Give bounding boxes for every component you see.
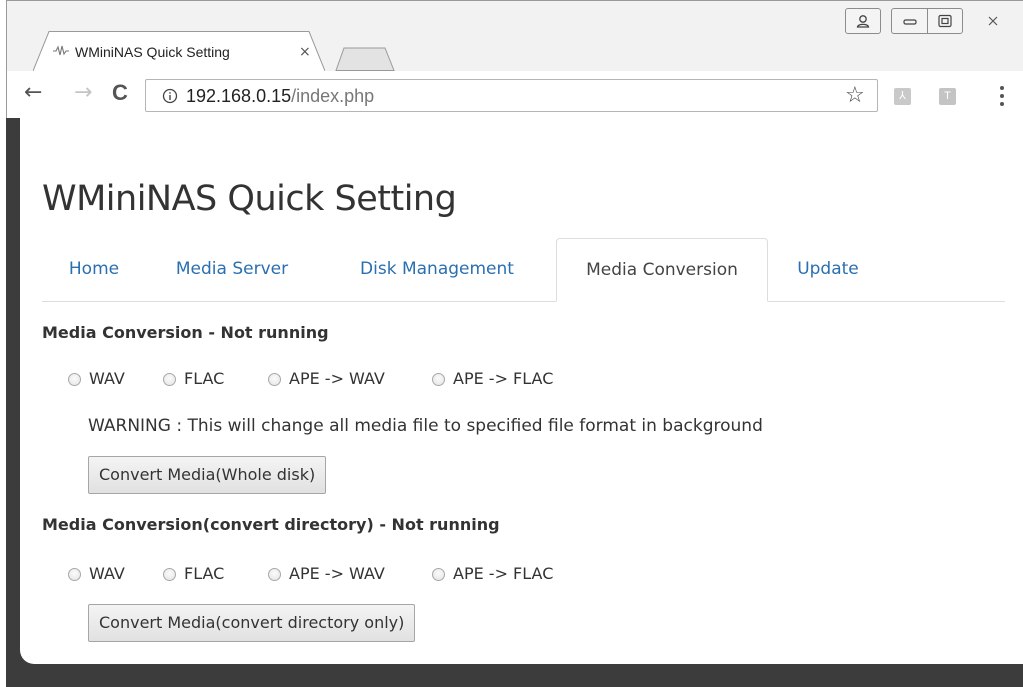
convert-whole-disk-button[interactable]: Convert Media(Whole disk) bbox=[88, 456, 327, 494]
close-window-button[interactable] bbox=[971, 8, 1015, 34]
convert-directory-button[interactable]: Convert Media(convert directory only) bbox=[88, 604, 416, 642]
nav-tabs: Home Media Server Disk Management Media … bbox=[42, 238, 1005, 302]
page-viewport: WMiniNAS Quick Setting Home Media Server… bbox=[6, 118, 1023, 687]
info-icon[interactable] bbox=[162, 88, 178, 104]
tab-title: WMiniNAS Quick Setting bbox=[75, 44, 230, 60]
tab-media-conversion[interactable]: Media Conversion bbox=[556, 238, 768, 302]
url-path: /index.php bbox=[291, 86, 375, 106]
bookmark-star-icon[interactable]: ☆ bbox=[845, 84, 865, 108]
waveform-icon bbox=[53, 45, 69, 56]
forward-button[interactable]: → bbox=[74, 81, 92, 105]
radio-wav[interactable]: WAV bbox=[68, 563, 125, 585]
radio-ape-wav[interactable]: APE -> WAV bbox=[268, 563, 385, 585]
user-profile-button[interactable] bbox=[845, 8, 881, 34]
tab-home[interactable]: Home bbox=[42, 238, 146, 300]
new-tab-button[interactable] bbox=[335, 47, 395, 71]
radio-wav[interactable]: WAV bbox=[68, 368, 125, 390]
section-heading-directory: Media Conversion(convert directory) - No… bbox=[42, 515, 500, 534]
page-title: WMiniNAS Quick Setting bbox=[42, 179, 457, 219]
user-icon bbox=[856, 15, 870, 28]
t-extension-icon[interactable]: T bbox=[939, 88, 956, 105]
back-button[interactable]: ← bbox=[24, 81, 42, 105]
radio-flac[interactable]: FLAC bbox=[163, 563, 224, 585]
tab-close-button[interactable]: × bbox=[299, 42, 311, 62]
radio-ape-wav[interactable]: APE -> WAV bbox=[268, 368, 385, 390]
close-icon bbox=[988, 16, 998, 26]
page-content: WMiniNAS Quick Setting Home Media Server… bbox=[20, 118, 1023, 664]
minimize-button[interactable] bbox=[891, 8, 927, 34]
pdf-extension-icon[interactable]: ⅄ bbox=[894, 88, 911, 105]
radio-ape-flac[interactable]: APE -> FLAC bbox=[432, 368, 553, 390]
url-host: 192.168.0.15 bbox=[186, 86, 292, 106]
maximize-icon bbox=[938, 14, 952, 28]
reload-button[interactable]: C bbox=[112, 81, 128, 105]
maximize-button[interactable] bbox=[927, 8, 963, 34]
tab-media-server[interactable]: Media Server bbox=[146, 238, 318, 300]
minimize-icon bbox=[902, 19, 917, 25]
warning-text: WARNING : This will change all media fil… bbox=[88, 416, 763, 436]
radio-ape-flac[interactable]: APE -> FLAC bbox=[432, 563, 553, 585]
menu-kebab-icon[interactable] bbox=[1000, 86, 1004, 110]
section-heading-whole-disk: Media Conversion - Not running bbox=[42, 323, 329, 342]
radio-flac[interactable]: FLAC bbox=[163, 368, 224, 390]
tab-disk-management[interactable]: Disk Management bbox=[318, 238, 556, 300]
url-text: 192.168.0.15/index.php bbox=[186, 84, 374, 108]
tab-update[interactable]: Update bbox=[768, 238, 888, 300]
